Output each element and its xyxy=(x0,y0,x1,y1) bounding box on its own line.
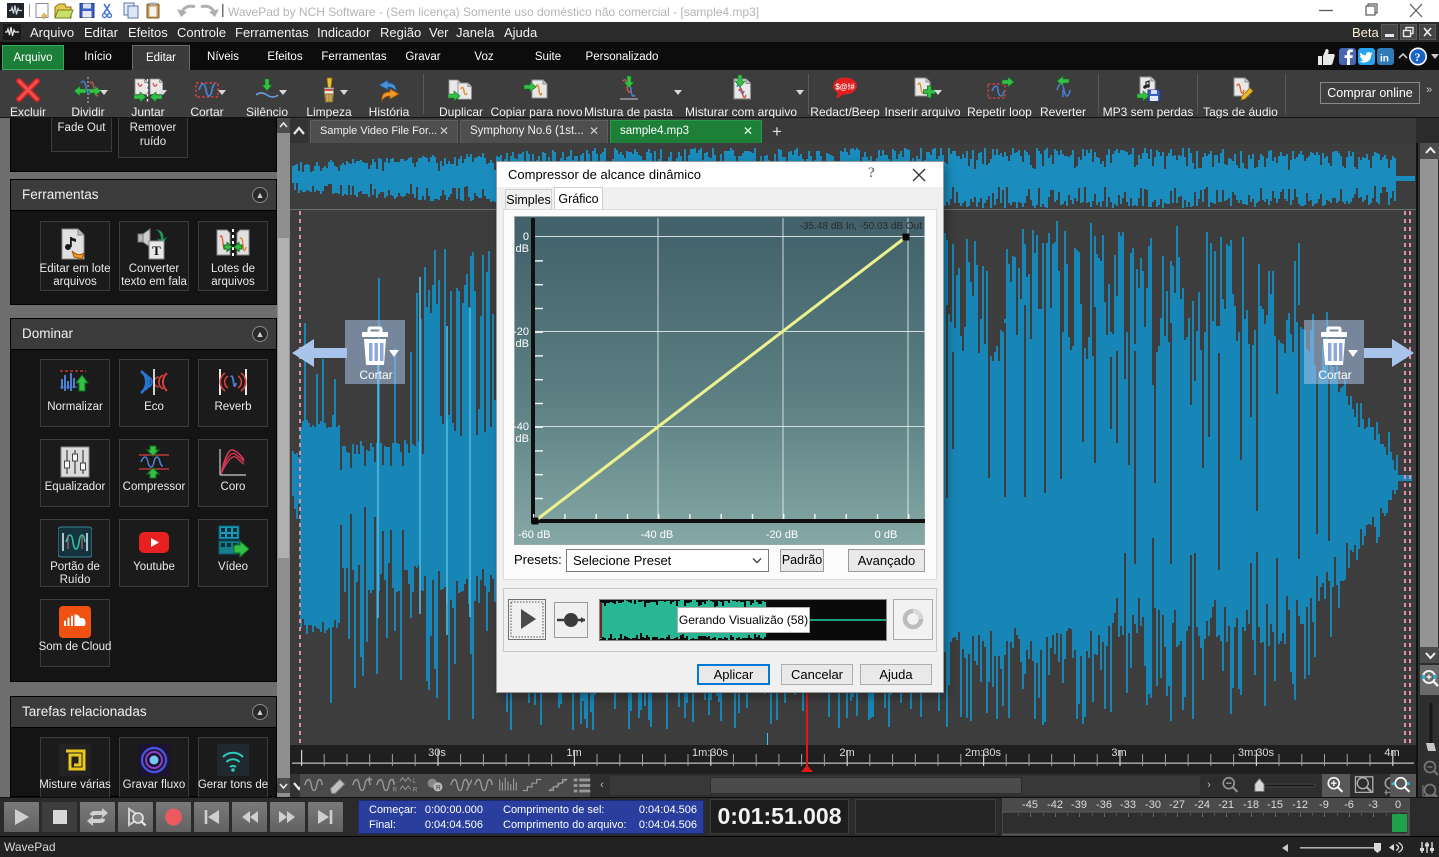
svg-text:4m: 4m xyxy=(1384,747,1399,759)
svg-text:?: ? xyxy=(1415,50,1421,64)
svg-text:-24: -24 xyxy=(1194,799,1210,811)
svg-text:0 dB: 0 dB xyxy=(875,529,898,541)
svg-text:3m: 3m xyxy=(1111,747,1126,759)
svg-text:R: R xyxy=(413,787,418,794)
svg-text:-45: -45 xyxy=(1022,799,1038,811)
svg-text:-35.48 dB In, -50.03 dB Out: -35.48 dB In, -50.03 dB Out xyxy=(800,221,923,232)
svg-text:-18: -18 xyxy=(1243,799,1259,811)
svg-text:-33: -33 xyxy=(1120,799,1136,811)
svg-text:$@!#: $@!# xyxy=(835,83,855,92)
svg-text:-60 dB: -60 dB xyxy=(518,529,550,541)
svg-text:Cortar: Cortar xyxy=(1318,368,1351,382)
svg-text:-21: -21 xyxy=(1218,799,1234,811)
svg-text:-15: -15 xyxy=(1267,799,1283,811)
svg-text:-12: -12 xyxy=(1292,799,1308,811)
svg-text:0: 0 xyxy=(523,231,529,243)
svg-text:-20 dB: -20 dB xyxy=(766,529,798,541)
svg-text:-36: -36 xyxy=(1096,799,1112,811)
svg-text:0: 0 xyxy=(1395,799,1401,811)
svg-text:-40: -40 xyxy=(513,421,529,433)
svg-text:-9: -9 xyxy=(1319,799,1329,811)
svg-text:Cortar: Cortar xyxy=(359,368,392,382)
svg-text:in: in xyxy=(1380,54,1389,65)
svg-text:dB: dB xyxy=(516,243,529,255)
svg-text:-39: -39 xyxy=(1071,799,1087,811)
svg-text:dB: dB xyxy=(516,338,529,350)
svg-text:-40 dB: -40 dB xyxy=(641,529,673,541)
svg-text:-3: -3 xyxy=(1368,799,1378,811)
svg-text:-6: -6 xyxy=(1344,799,1354,811)
svg-text:L: L xyxy=(413,778,417,785)
svg-text:-20: -20 xyxy=(513,326,529,338)
svg-text:-42: -42 xyxy=(1047,799,1063,811)
svg-text:R: R xyxy=(392,787,397,794)
svg-text:T: T xyxy=(152,243,161,258)
svg-text:-27: -27 xyxy=(1169,799,1185,811)
svg-text:L: L xyxy=(392,778,396,785)
svg-text:-30: -30 xyxy=(1145,799,1161,811)
svg-text:dB: dB xyxy=(516,433,529,445)
svg-text:30s: 30s xyxy=(428,747,446,759)
svg-text:R: R xyxy=(436,785,441,792)
